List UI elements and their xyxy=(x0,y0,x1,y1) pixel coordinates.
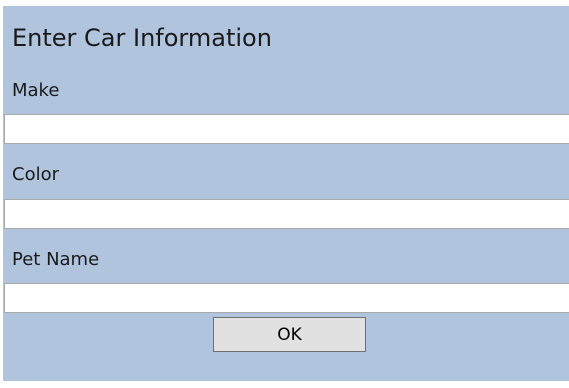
pet-name-input[interactable] xyxy=(4,283,569,313)
color-label: Color xyxy=(12,164,59,185)
car-info-form: Enter Car Information Make Color Pet Nam… xyxy=(3,6,569,381)
color-input[interactable] xyxy=(4,199,569,229)
ok-button[interactable]: OK xyxy=(213,317,366,352)
make-input[interactable] xyxy=(4,114,569,144)
pet-name-label: Pet Name xyxy=(12,249,100,270)
form-title: Enter Car Information xyxy=(12,24,272,52)
make-label: Make xyxy=(12,80,60,101)
